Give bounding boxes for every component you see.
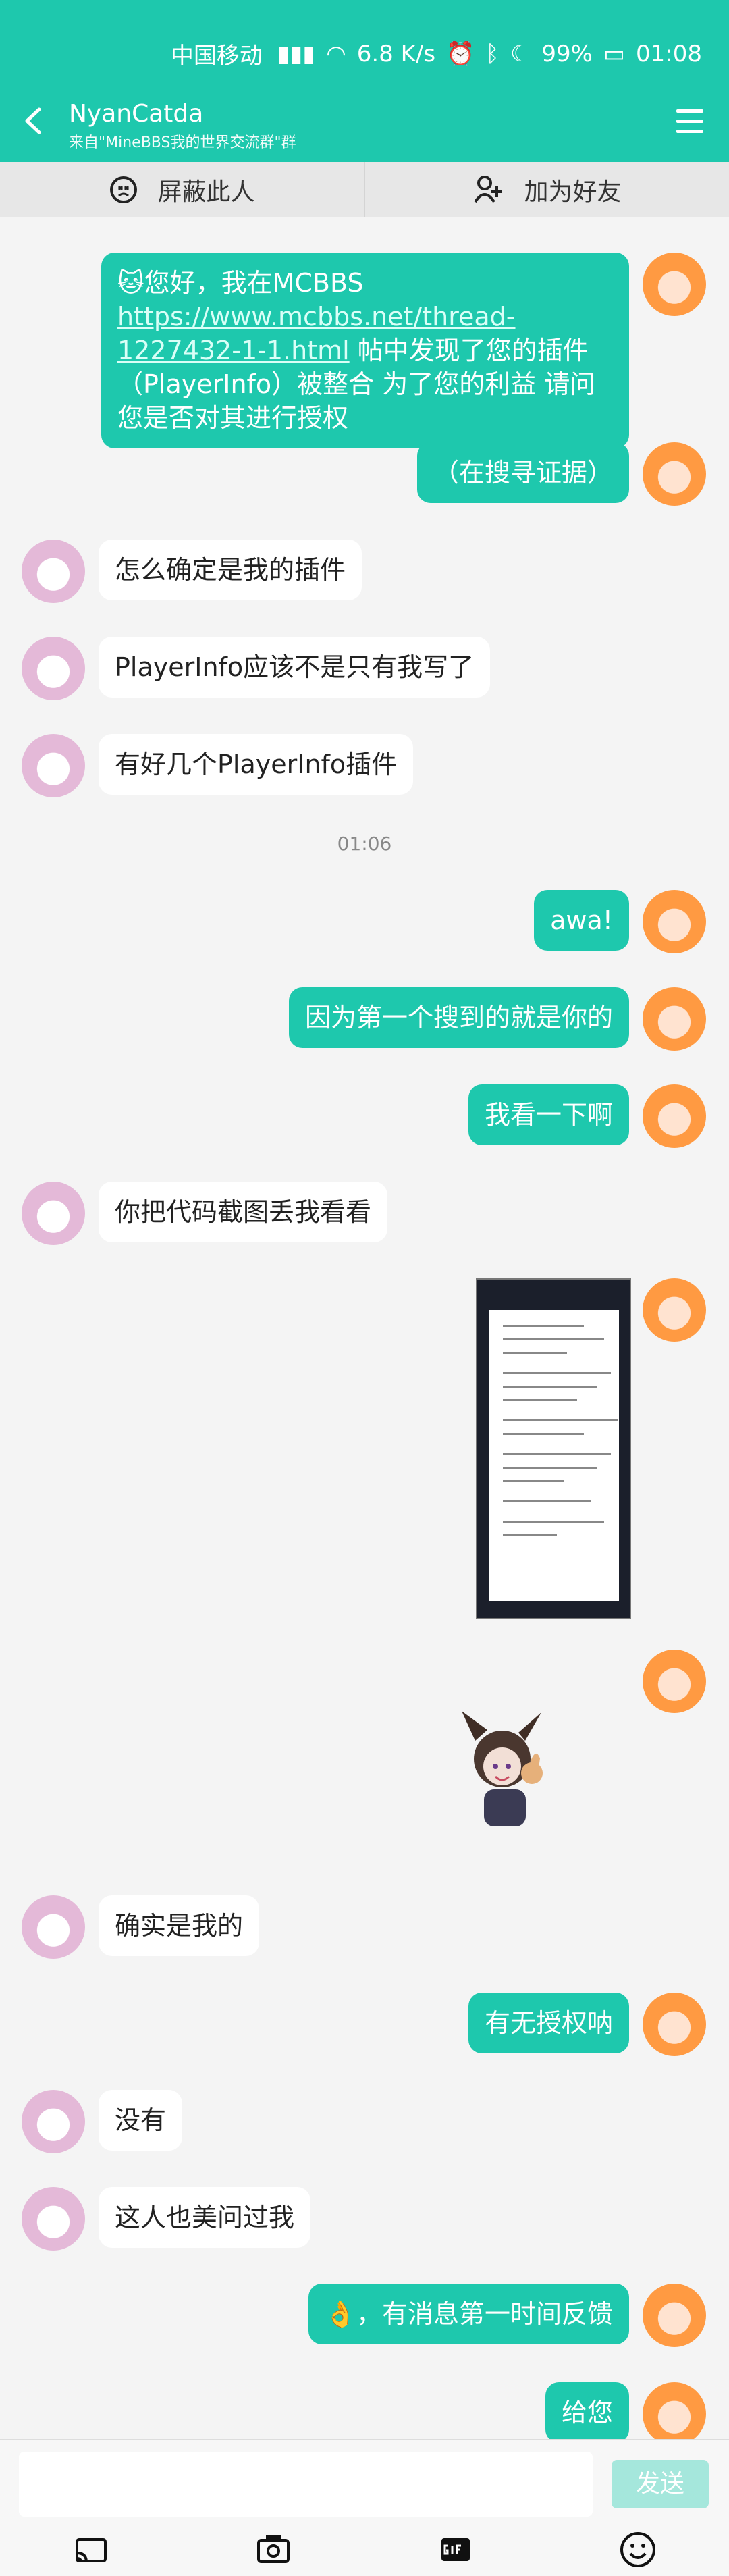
timestamp: 01:06 bbox=[337, 833, 392, 855]
avatar[interactable] bbox=[643, 1278, 706, 1342]
signal-icon: ▮▮▮ bbox=[277, 40, 316, 68]
battery-icon: ▭ bbox=[603, 40, 626, 68]
avatar[interactable] bbox=[22, 1182, 85, 1245]
avatar[interactable] bbox=[22, 540, 85, 603]
chat-header: 中国移动 ▮▮▮ ◠ 6.8 K/s ⏰ ᛒ ☾ 99% ▭ 01:08 Nya… bbox=[0, 0, 729, 162]
avatar[interactable] bbox=[643, 442, 706, 506]
message-bubble[interactable]: 没有 bbox=[99, 2090, 183, 2151]
block-user-label: 屏蔽此人 bbox=[157, 178, 255, 206]
message-bubble[interactable]: 确实是我的 bbox=[99, 1895, 260, 1956]
avatar[interactable] bbox=[22, 1895, 85, 1959]
avatar[interactable] bbox=[643, 1650, 706, 1713]
bluetooth-icon: ᛒ bbox=[485, 40, 500, 68]
add-user-icon bbox=[474, 176, 503, 203]
avatar[interactable] bbox=[643, 890, 706, 953]
send-button[interactable]: 发送 bbox=[612, 2460, 709, 2508]
add-friend-label: 加为好友 bbox=[524, 178, 622, 206]
block-icon bbox=[110, 176, 138, 203]
message-bubble[interactable]: 有无授权呐 bbox=[468, 1993, 629, 2053]
status-bar: 中国移动 ▮▮▮ ◠ 6.8 K/s ⏰ ᛒ ☾ 99% ▭ 01:08 bbox=[171, 37, 702, 70]
gif-icon[interactable] bbox=[432, 2526, 479, 2573]
code-screenshot-image[interactable] bbox=[476, 1278, 631, 1619]
message-input[interactable] bbox=[19, 2452, 593, 2517]
moon-icon: ☾ bbox=[510, 40, 531, 68]
avatar[interactable] bbox=[643, 253, 706, 316]
message-bubble[interactable]: 这人也美问过我 bbox=[99, 2187, 311, 2248]
camera-icon[interactable] bbox=[250, 2526, 297, 2573]
block-user-button[interactable]: 屏蔽此人 bbox=[0, 162, 364, 217]
message-bubble[interactable]: 我看一下啊 bbox=[468, 1084, 629, 1145]
avatar[interactable] bbox=[22, 2090, 85, 2153]
message-bubble[interactable]: 怎么确定是我的插件 bbox=[99, 540, 362, 600]
message-bubble[interactable]: PlayerInfo应该不是只有我写了 bbox=[99, 637, 491, 698]
carrier-name: 中国移动 bbox=[170, 43, 263, 70]
cast-icon[interactable] bbox=[68, 2526, 115, 2573]
code-preview bbox=[489, 1310, 619, 1601]
avatar[interactable] bbox=[643, 1084, 706, 1148]
avatar[interactable] bbox=[22, 637, 85, 700]
chat-title: NyanCatda bbox=[69, 100, 204, 128]
wifi-icon: ◠ bbox=[326, 40, 346, 68]
message-bubble[interactable]: 🐱您好，我在MCBBS https://www.mcbbs.net/thread… bbox=[101, 253, 629, 448]
message-bubble[interactable]: 有好几个PlayerInfo插件 bbox=[99, 734, 414, 795]
message-bubble[interactable]: awa! bbox=[534, 890, 629, 951]
avatar[interactable] bbox=[22, 734, 85, 797]
message-bubble[interactable]: 因为第一个搜到的就是你的 bbox=[288, 987, 629, 1048]
menu-button[interactable] bbox=[676, 109, 703, 134]
message-bubble[interactable]: 👌，有消息第一时间反馈 bbox=[308, 2284, 629, 2344]
network-speed: 6.8 K/s bbox=[356, 40, 436, 68]
sticker-image[interactable] bbox=[447, 1688, 562, 1837]
chat-subtitle: 来自"MineBBS我的世界交流群"群 bbox=[69, 134, 296, 151]
alarm-icon: ⏰ bbox=[446, 40, 475, 68]
message-bubble[interactable]: （在搜寻证据） bbox=[416, 442, 629, 503]
message-bubble[interactable]: 给您 bbox=[545, 2382, 629, 2443]
avatar[interactable] bbox=[643, 1993, 706, 2056]
avatar[interactable] bbox=[643, 2284, 706, 2347]
clock: 01:08 bbox=[636, 40, 702, 68]
chat-toolbar bbox=[0, 2526, 729, 2573]
message-bubble[interactable]: 你把代码截图丢我看看 bbox=[99, 1182, 388, 1242]
avatar[interactable] bbox=[22, 2187, 85, 2251]
add-friend-button[interactable]: 加为好友 bbox=[364, 162, 729, 217]
chat-input-bar: 发送 bbox=[0, 2439, 729, 2576]
chevron-left-icon bbox=[25, 107, 41, 134]
avatar[interactable] bbox=[643, 987, 706, 1051]
profile-actions: 屏蔽此人 加为好友 bbox=[0, 162, 729, 217]
back-button[interactable] bbox=[20, 107, 49, 135]
avatar[interactable] bbox=[643, 2382, 706, 2446]
emoji-icon[interactable] bbox=[614, 2526, 662, 2573]
battery-percent: 99% bbox=[541, 40, 593, 68]
